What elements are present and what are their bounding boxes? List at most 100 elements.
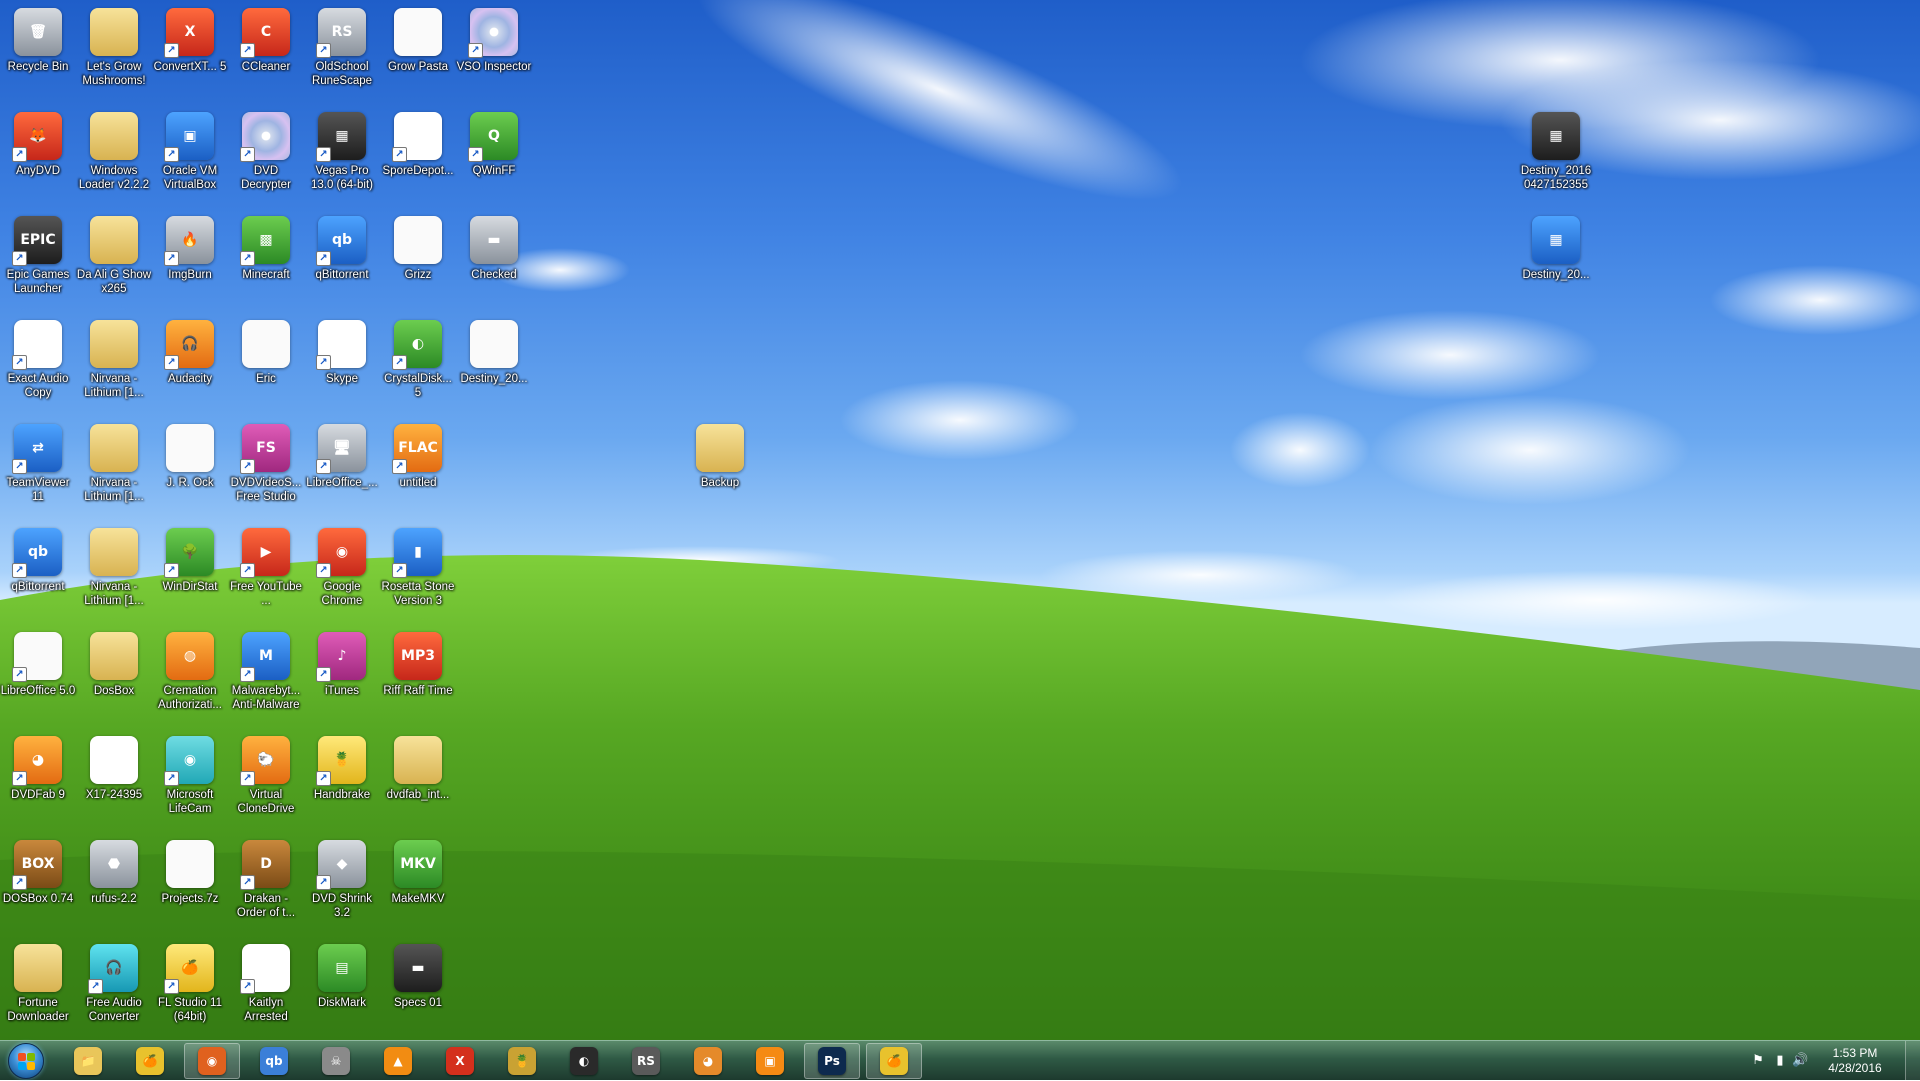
network-signal-icon[interactable]: ▮ <box>1772 1052 1788 1068</box>
desktop-icon[interactable]: ◎ X17-24395 <box>76 728 152 828</box>
taskbar-runescape-button[interactable]: RS <box>618 1043 674 1079</box>
desktop-icon-label: Recycle Bin <box>7 61 69 73</box>
desktop-icon[interactable]: RS ↗ OldSchool RuneScape <box>304 0 380 100</box>
desktop-icon[interactable]: 🎧 ↗ Free Audio Converter <box>76 936 152 1036</box>
desktop-icon[interactable]: ◕ ↗ DVDFab 9 <box>0 728 76 828</box>
desktop-icon[interactable]: qb ↗ qBittorrent <box>304 208 380 308</box>
desktop-icon[interactable]: ✎ ↗ SporeDepot... <box>380 104 456 204</box>
desktop-icon[interactable]: ▮ ↗ Rosetta Stone Version 3 <box>380 520 456 620</box>
taskbar-flac-button[interactable]: ☠ <box>308 1043 364 1079</box>
desktop-icon[interactable]: ↗ LibreOffice 5.0 <box>0 624 76 724</box>
volume-icon[interactable]: 🔊 <box>1792 1052 1808 1068</box>
desktop-icon[interactable]: D ↗ Drakan - Order of t... <box>228 832 304 932</box>
app-icon: EPIC ↗ <box>12 216 62 266</box>
desktop-icon[interactable]: ▶ ↗ Free YouTube ... <box>228 520 304 620</box>
desktop-icon[interactable]: MP3 Riff Raff Time <box>380 624 456 724</box>
app-icon: ▶ ↗ <box>240 528 290 578</box>
desktop-icon[interactable]: ▦ ↗ Vegas Pro 13.0 (64-bit) <box>304 104 380 204</box>
desktop-icon[interactable]: FS ↗ DVDVideoS... Free Studio <box>228 416 304 516</box>
taskbar-photoshop-button[interactable]: Ps <box>804 1043 860 1079</box>
app-icon: FS ↗ <box>240 424 290 474</box>
desktop-icon[interactable]: ▦ ↗ Skype <box>304 312 380 412</box>
taskbar-handbrake-button[interactable]: 🍍 <box>494 1043 550 1079</box>
desktop-icon[interactable]: ▣ ↗ Oracle VM VirtualBox <box>152 104 228 204</box>
taskbar-fl-studio-button[interactable]: 🍊 <box>122 1043 178 1079</box>
shortcut-arrow-icon: ↗ <box>164 251 179 266</box>
taskbar-vlc-button[interactable]: ▲ <box>370 1043 426 1079</box>
desktop-icon[interactable]: Nirvana - Lithium [1... <box>76 520 152 620</box>
desktop-icon[interactable]: ▬ Checked <box>456 208 532 308</box>
taskbar-explorer-button[interactable]: 📁 <box>60 1043 116 1079</box>
taskbar-convertx-button[interactable]: X <box>432 1043 488 1079</box>
taskbar-dvdfab-button[interactable]: ◕ <box>680 1043 736 1079</box>
desktop-icon[interactable]: 🎧 ↗ Audacity <box>152 312 228 412</box>
desktop-icon[interactable]: DosBox <box>76 624 152 724</box>
desktop-icon[interactable]: ⬣ rufus-2.2 <box>76 832 152 932</box>
desktop-icon[interactable]: ♪ ↗ iTunes <box>304 624 380 724</box>
desktop-icon[interactable]: ✦ ↗ Kaitlyn Arrested <box>228 936 304 1036</box>
desktop-icon[interactable]: qb ↗ qBittorrent <box>0 520 76 620</box>
desktop-icon[interactable]: ↗ VSO Inspector <box>456 0 532 100</box>
desktop-icon[interactable]: C ↗ CCleaner <box>228 0 304 100</box>
desktop-icon[interactable]: 🗑 Recycle Bin <box>0 0 76 100</box>
desktop-icon[interactable]: ▬ Specs 01 <box>380 936 456 1036</box>
clock[interactable]: 1:53 PM 4/28/2016 <box>1820 1046 1890 1076</box>
desktop-icon[interactable]: ◆ ↗ DVD Shrink 3.2 <box>304 832 380 932</box>
desktop-icon[interactable]: dvdfab_int... <box>380 728 456 828</box>
taskbar-obs-button[interactable]: ◐ <box>556 1043 612 1079</box>
desktop-icon[interactable]: X ↗ ConvertXT... 5 <box>152 0 228 100</box>
taskbar-fl-studio-2-button[interactable]: 🍊 <box>866 1043 922 1079</box>
desktop-icon[interactable]: Grizz <box>380 208 456 308</box>
desktop-icon[interactable]: Da Ali G Show x265 <box>76 208 152 308</box>
desktop-icon[interactable]: J. R. Ock <box>152 416 228 516</box>
flag-icon[interactable]: ⚑ <box>1750 1052 1766 1068</box>
desktop-icon[interactable]: ◉ ↗ Microsoft LifeCam <box>152 728 228 828</box>
desktop-icon[interactable]: 🍍 ↗ Handbrake <box>304 728 380 828</box>
desktop-icon[interactable]: 🖥 ↗ LibreOffice_... <box>304 416 380 516</box>
desktop-icon[interactable]: Q ↗ QWinFF <box>456 104 532 204</box>
desktop-icon[interactable]: Grow Pasta <box>380 0 456 100</box>
desktop-icon[interactable]: 🔥 ↗ ImgBurn <box>152 208 228 308</box>
desktop-icon[interactable]: M ↗ Malwarebyt... Anti-Malware <box>228 624 304 724</box>
desktop-icon[interactable]: FLAC ↗ untitled <box>380 416 456 516</box>
desktop-icon[interactable]: ▩ ↗ Minecraft <box>228 208 304 308</box>
desktop-icon-label: Skype <box>326 373 358 385</box>
desktop-icon[interactable]: ↗ DVD Decrypter <box>228 104 304 204</box>
desktop-icon[interactable]: ◍ Cremation Authorizati... <box>152 624 228 724</box>
show-desktop-button[interactable] <box>1905 1041 1920 1081</box>
taskbar-qbittorrent-button[interactable]: qb <box>246 1043 302 1079</box>
desktop-icon[interactable]: ▦ Destiny_2016 0427152355 <box>1518 104 1594 204</box>
app-icon: 🖥 ↗ <box>316 424 366 474</box>
desktop-icon[interactable]: 🐑 ↗ Virtual CloneDrive <box>228 728 304 828</box>
desktop-icon[interactable]: ⇄ ↗ TeamViewer 11 <box>0 416 76 516</box>
taskbar-media-button[interactable]: ▣ <box>742 1043 798 1079</box>
icon-glyph: 🌳 <box>181 544 199 560</box>
desktop-icon[interactable]: ▤ DiskMark <box>304 936 380 1036</box>
desktop-icon[interactable]: Projects.7z <box>152 832 228 932</box>
desktop-icon[interactable]: Let's Grow Mushrooms! <box>76 0 152 100</box>
desktop-icon[interactable]: Backup <box>682 416 758 516</box>
taskbar-firefox-button[interactable]: ◉ <box>184 1043 240 1079</box>
desktop-icon[interactable]: Nirvana - Lithium [1... <box>76 312 152 412</box>
desktop-icon[interactable]: EPIC ↗ Epic Games Launcher <box>0 208 76 308</box>
desktop-icon-label: Oracle VM VirtualBox <box>162 165 218 191</box>
desktop-icon[interactable]: ◐ ↗ CrystalDisk... 5 <box>380 312 456 412</box>
icon-glyph: ◐ <box>411 336 425 352</box>
shortcut-arrow-icon: ↗ <box>12 667 27 682</box>
desktop-icon[interactable]: 🦊 ↗ AnyDVD <box>0 104 76 204</box>
convertx-icon: X <box>446 1047 474 1075</box>
desktop-icon[interactable]: EAC ↗ Exact Audio Copy <box>0 312 76 412</box>
desktop-icon[interactable]: ◉ ↗ Google Chrome <box>304 520 380 620</box>
icon-glyph: 🔥 <box>181 232 199 248</box>
start-button[interactable] <box>4 1042 48 1080</box>
desktop-icon[interactable]: MKV MakeMKV <box>380 832 456 932</box>
desktop-icon[interactable]: Eric <box>228 312 304 412</box>
desktop-icon[interactable]: Nirvana - Lithium [1... <box>76 416 152 516</box>
desktop-icon[interactable]: Windows Loader v2.2.2 <box>76 104 152 204</box>
desktop-icon[interactable]: 🌳 ↗ WinDirStat <box>152 520 228 620</box>
desktop-icon[interactable]: Destiny_20... <box>456 312 532 412</box>
desktop-icon[interactable]: Fortune Downloader <box>0 936 76 1036</box>
desktop-icon[interactable]: ▦ Destiny_20... <box>1518 208 1594 308</box>
desktop-icon[interactable]: BOX ↗ DOSBox 0.74 <box>0 832 76 932</box>
desktop-icon[interactable]: 🍊 ↗ FL Studio 11 (64bit) <box>152 936 228 1036</box>
